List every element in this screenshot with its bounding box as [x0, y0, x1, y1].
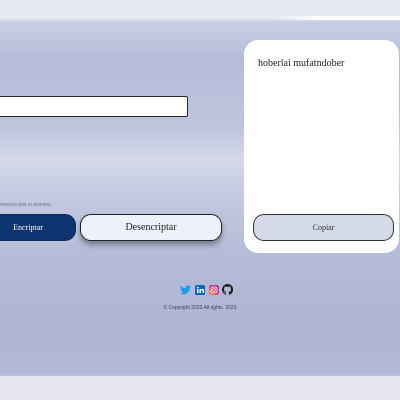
copyright-text: © Copyright 2023 All rights. 2023: [163, 305, 237, 311]
instagram-icon[interactable]: [208, 284, 219, 295]
output-text: hoberlai mufatndober: [258, 58, 345, 69]
twitter-icon[interactable]: [180, 284, 191, 295]
decrypt-button[interactable]: Desencriptar: [80, 214, 222, 241]
output-card: hoberlai mufatndober Copiar: [244, 40, 399, 253]
input-hint: mayúsculas ni acentos: [0, 202, 51, 208]
github-icon[interactable]: [222, 284, 233, 295]
social-links: [180, 284, 233, 295]
linkedin-icon[interactable]: [194, 284, 205, 295]
message-input[interactable]: [0, 96, 188, 117]
bottom-band: [0, 376, 400, 400]
top-highlight: [270, 16, 400, 20]
copy-button[interactable]: Copiar: [253, 214, 394, 241]
encrypt-button[interactable]: Encriptar: [0, 214, 76, 241]
